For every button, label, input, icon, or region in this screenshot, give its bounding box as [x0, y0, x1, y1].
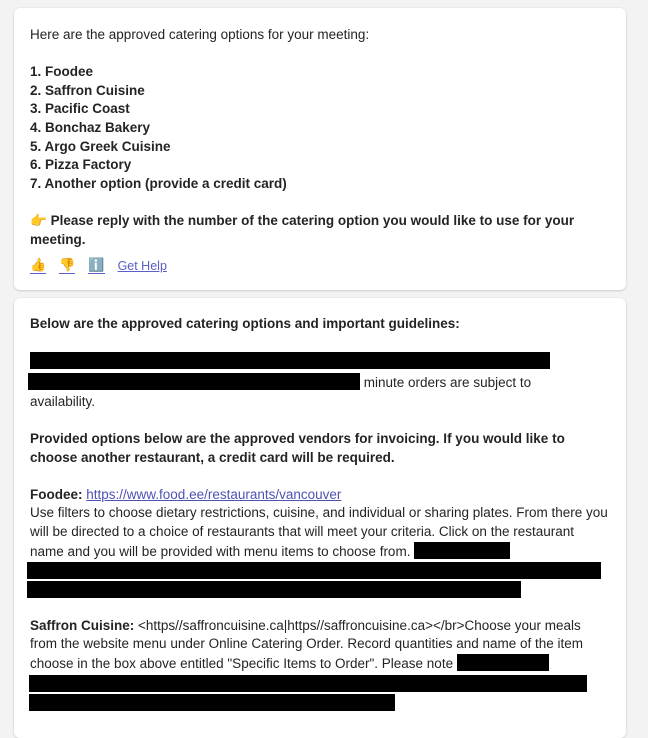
foodee-description-text: Use filters to choose dietary restrictio…	[30, 505, 608, 559]
redacted-text	[456, 653, 549, 671]
redacted-text	[414, 541, 511, 559]
redacted-text	[27, 581, 521, 599]
pointing-hand-icon: 👉	[30, 212, 47, 228]
info-icon[interactable]: ℹ️	[88, 258, 105, 275]
option-7: 7. Another option (provide a credit card…	[30, 175, 287, 191]
saffron-label: Saffron Cuisine:	[30, 617, 135, 633]
redacted-text	[30, 352, 550, 370]
minute-orders-label: minute orders are subject to	[363, 375, 532, 391]
redacted-text	[29, 674, 587, 692]
redacted-text	[27, 562, 601, 580]
minute-orders-text: minute orders are subject to	[28, 373, 610, 393]
catering-options-list: 1. Foodee 2. Saffron Cuisine 3. Pacific …	[30, 63, 610, 193]
catering-guidelines-message: Below are the approved catering options …	[14, 298, 626, 738]
option-6: 6. Pizza Factory	[30, 157, 132, 173]
redacted-text	[28, 373, 360, 391]
reaction-bar: 👍 👎 ℹ️ Get Help	[30, 257, 610, 275]
foodee-link[interactable]: https://www.food.ee/restaurants/vancouve…	[86, 487, 341, 502]
thumbs-up-icon[interactable]: 👍	[30, 258, 47, 275]
reply-prompt: 👉 Please reply with the number of the ca…	[30, 212, 610, 249]
catering-options-message: Here are the approved catering options f…	[14, 8, 626, 290]
saffron-section: Saffron Cuisine: <https//saffroncuisine.…	[30, 617, 610, 674]
foodee-label: Foodee:	[30, 486, 83, 502]
saffron-link-text[interactable]: <https//saffroncuisine.ca|https//saffron…	[138, 618, 464, 633]
option-3: 3. Pacific Coast	[30, 101, 130, 117]
get-help-link[interactable]: Get Help	[118, 257, 167, 276]
foodee-description: Use filters to choose dietary restrictio…	[30, 504, 610, 561]
option-2: 2. Saffron Cuisine	[30, 82, 145, 98]
reply-prompt-text: Please reply with the number of the cate…	[30, 212, 575, 247]
option-1: 1. Foodee	[30, 64, 94, 80]
option-5: 5. Argo Greek Cuisine	[30, 138, 171, 154]
guidelines-heading: Below are the approved catering options …	[30, 316, 460, 331]
option-4: 4. Bonchaz Bakery	[30, 119, 151, 135]
intro-text: Here are the approved catering options f…	[30, 27, 370, 42]
provided-options-text: Provided options below are the approved …	[30, 430, 565, 465]
availability-text: availability.	[30, 393, 96, 409]
foodee-section: Foodee: https://www.food.ee/restaurants/…	[30, 486, 610, 505]
thumbs-down-icon[interactable]: 👎	[59, 258, 76, 275]
redacted-text	[29, 693, 395, 711]
